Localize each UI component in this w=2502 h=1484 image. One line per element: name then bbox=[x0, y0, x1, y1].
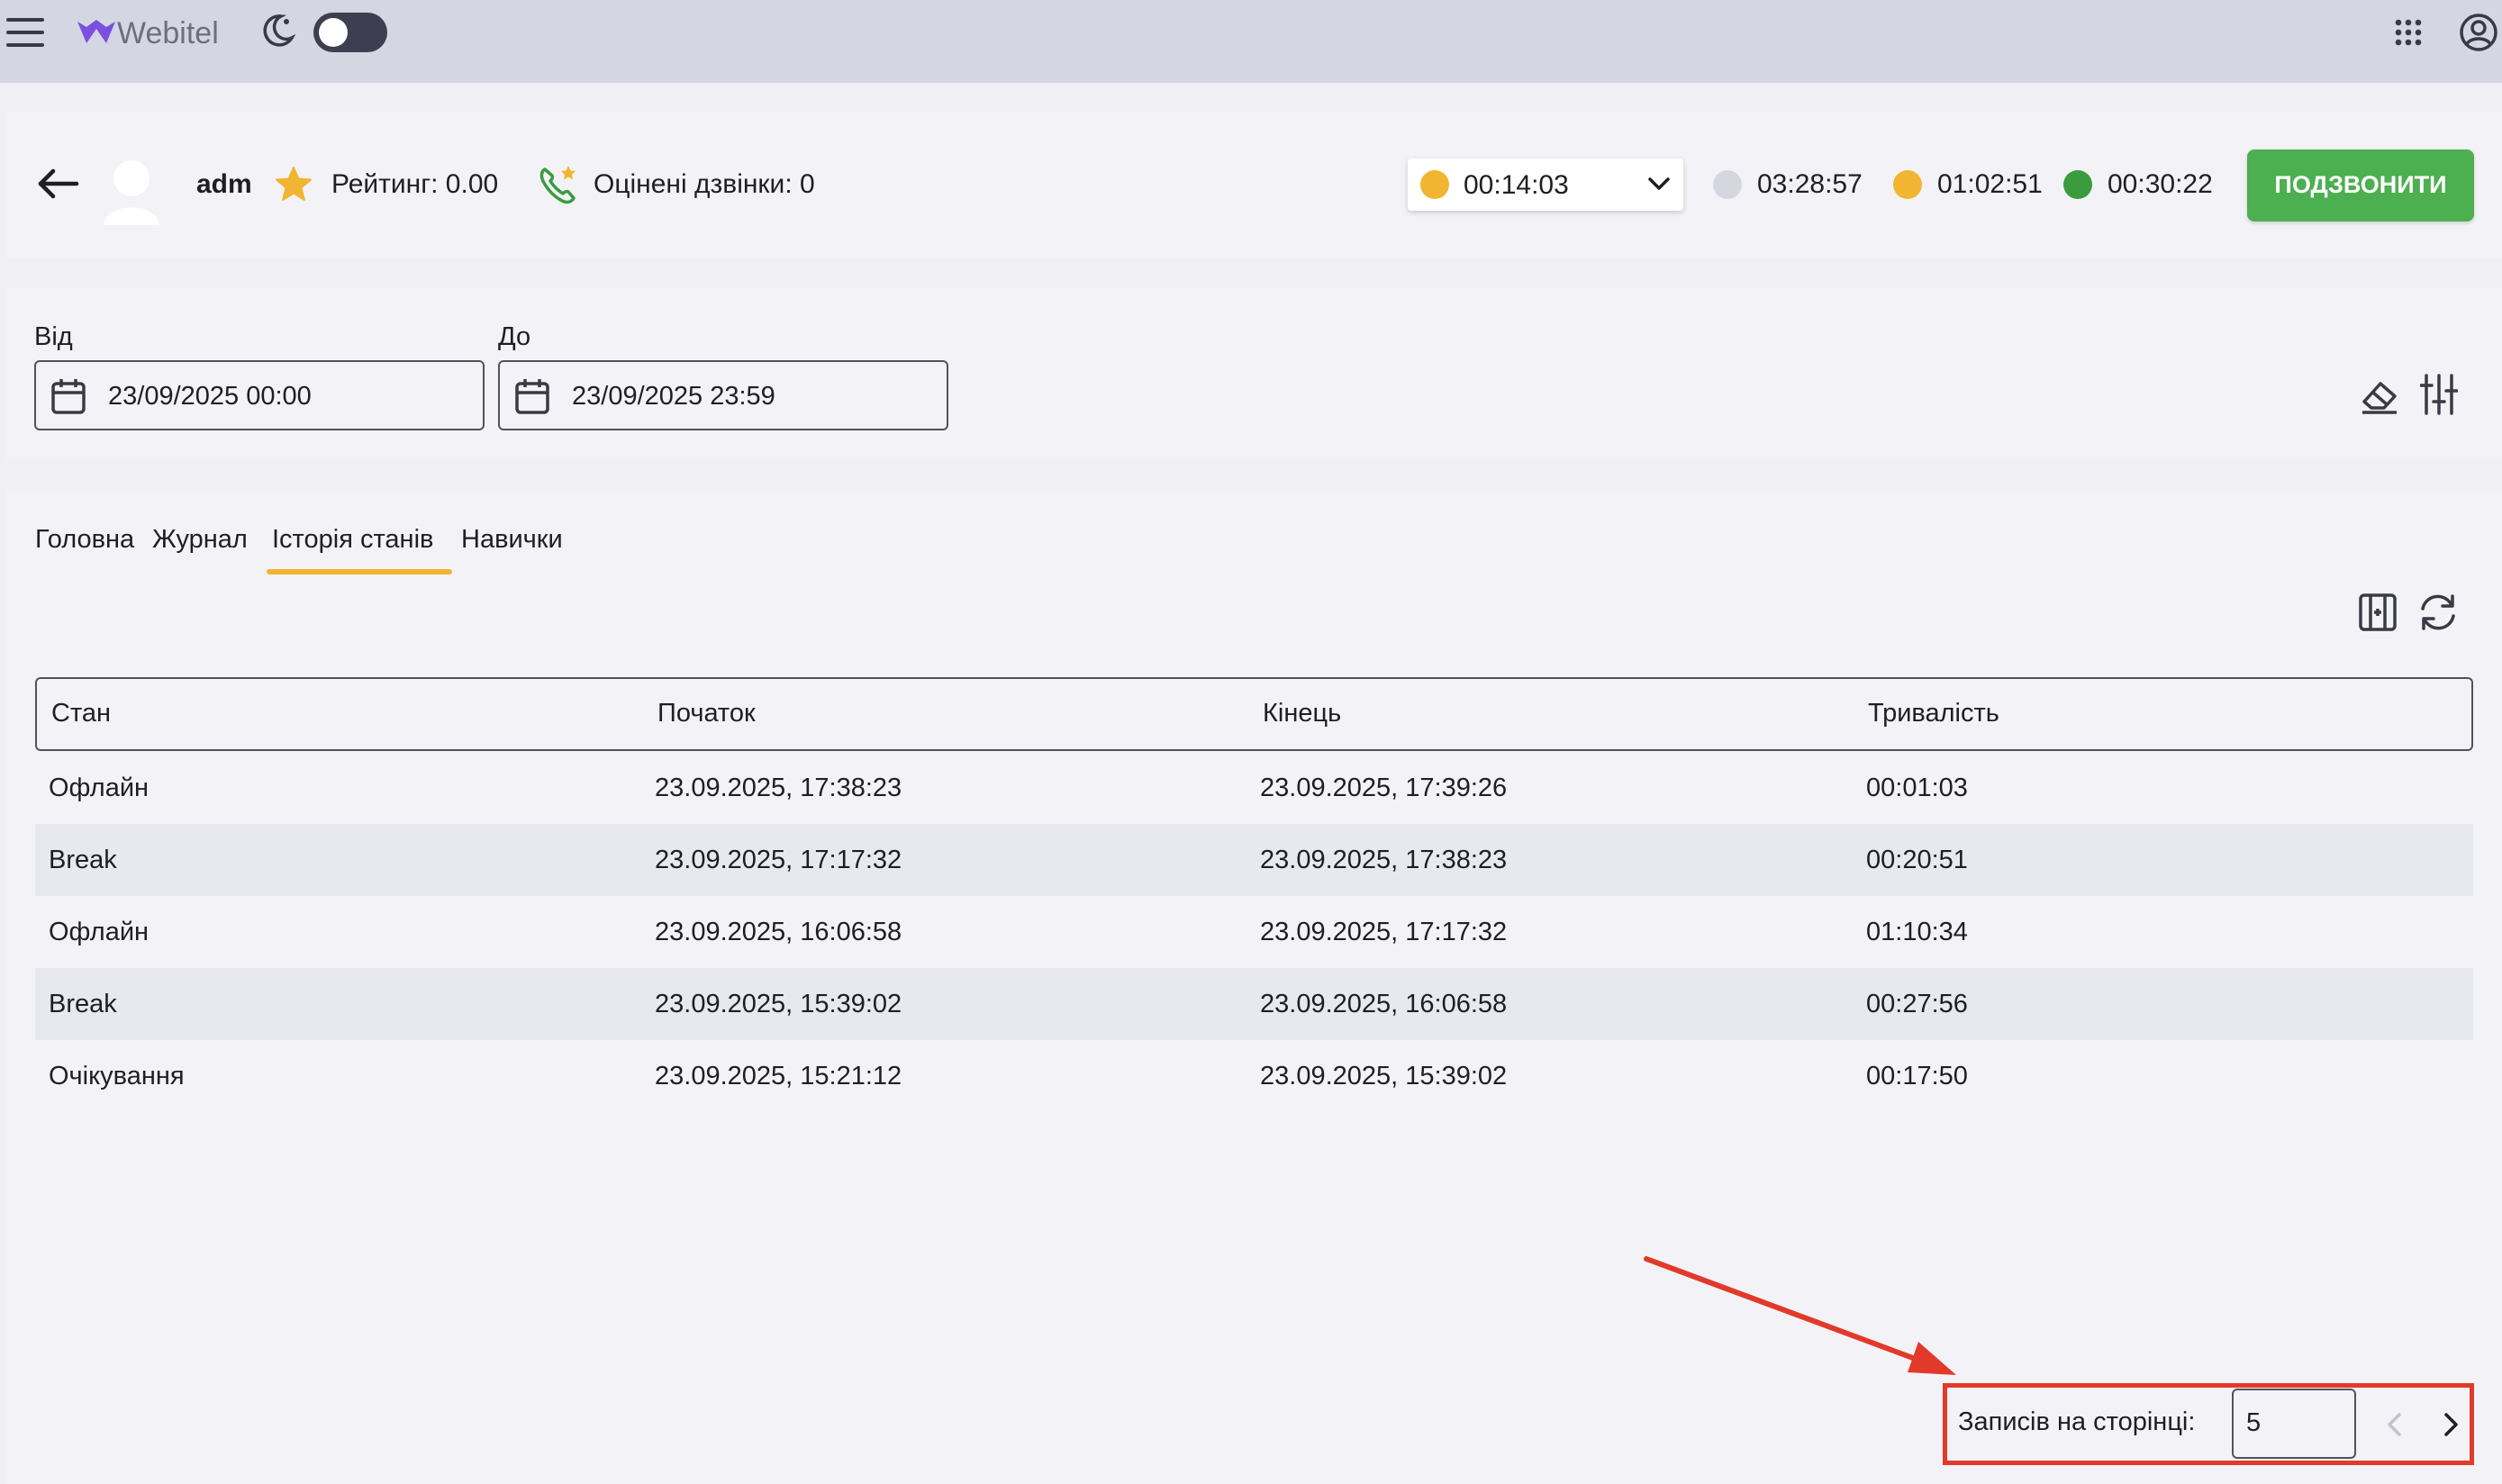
from-label: Від bbox=[34, 322, 73, 351]
back-arrow-icon[interactable] bbox=[37, 167, 80, 200]
to-date-value: 23/09/2025 23:59 bbox=[572, 382, 775, 411]
moon-icon bbox=[259, 13, 296, 49]
star-icon bbox=[275, 166, 313, 204]
active-tab-underline bbox=[267, 569, 452, 575]
column-settings-icon[interactable] bbox=[2358, 593, 2398, 632]
filters-panel: Від 23/09/2025 00:00 До 23/09/2025 23:59 bbox=[6, 288, 2502, 459]
status-counter-time-2: 01:02:51 bbox=[1937, 169, 2043, 199]
call-button-label: ПОДЗВОНИТИ bbox=[2274, 171, 2447, 198]
status-counter-dot-1 bbox=[1713, 170, 1742, 199]
calendar-icon bbox=[514, 377, 550, 415]
app-logo[interactable]: Webitel bbox=[76, 13, 238, 52]
toggle-knob bbox=[319, 18, 348, 47]
chevron-down-icon bbox=[1647, 175, 1671, 193]
theme-toggle[interactable] bbox=[313, 13, 387, 52]
to-label: До bbox=[498, 322, 531, 351]
refresh-icon[interactable] bbox=[2417, 593, 2459, 632]
tab-skills[interactable]: Навички bbox=[461, 525, 563, 555]
to-date-input[interactable]: 23/09/2025 23:59 bbox=[498, 360, 948, 430]
apps-grid-icon[interactable] bbox=[2394, 18, 2423, 47]
status-dot bbox=[1420, 170, 1449, 199]
avatar bbox=[100, 157, 163, 225]
status-counter-dot-3 bbox=[2063, 170, 2092, 199]
phone-star-icon bbox=[538, 164, 579, 205]
main-panel bbox=[6, 490, 2502, 1484]
logo-mark-icon bbox=[77, 20, 115, 43]
filter-settings-icon[interactable] bbox=[2419, 373, 2459, 416]
user-account-icon[interactable] bbox=[2459, 13, 2498, 52]
status-counter-dot-2 bbox=[1893, 170, 1922, 199]
call-button[interactable]: ПОДЗВОНИТИ bbox=[2247, 149, 2474, 222]
status-select[interactable]: 00:14:03 bbox=[1408, 158, 1683, 211]
brand-name: Webitel bbox=[117, 16, 219, 50]
status-current-time: 00:14:03 bbox=[1464, 170, 1569, 200]
annotation-arrow bbox=[1644, 1256, 1956, 1375]
agent-header: adm Рейтинг: 0.00 Оцінені дзвінки: 0 00:… bbox=[6, 112, 2502, 258]
tab-state-history[interactable]: Історія станів bbox=[272, 525, 433, 555]
calendar-icon bbox=[50, 377, 86, 415]
tab-journal[interactable]: Журнал bbox=[152, 525, 248, 555]
top-bar: Webitel bbox=[0, 0, 2502, 83]
status-counter-time-3: 00:30:22 bbox=[2108, 169, 2213, 199]
eraser-icon[interactable] bbox=[2361, 378, 2398, 414]
from-date-input[interactable]: 23/09/2025 00:00 bbox=[34, 360, 485, 430]
rating-text: Рейтинг: 0.00 bbox=[331, 169, 499, 199]
tab-main[interactable]: Головна bbox=[35, 525, 134, 555]
rated-calls-text: Оцінені дзвінки: 0 bbox=[594, 169, 815, 199]
agent-name: adm bbox=[196, 169, 252, 199]
from-date-value: 23/09/2025 00:00 bbox=[108, 382, 312, 411]
status-counter-time-1: 03:28:57 bbox=[1757, 169, 1863, 199]
annotation-highlight-box bbox=[1943, 1383, 2474, 1465]
menu-icon[interactable] bbox=[5, 16, 45, 49]
